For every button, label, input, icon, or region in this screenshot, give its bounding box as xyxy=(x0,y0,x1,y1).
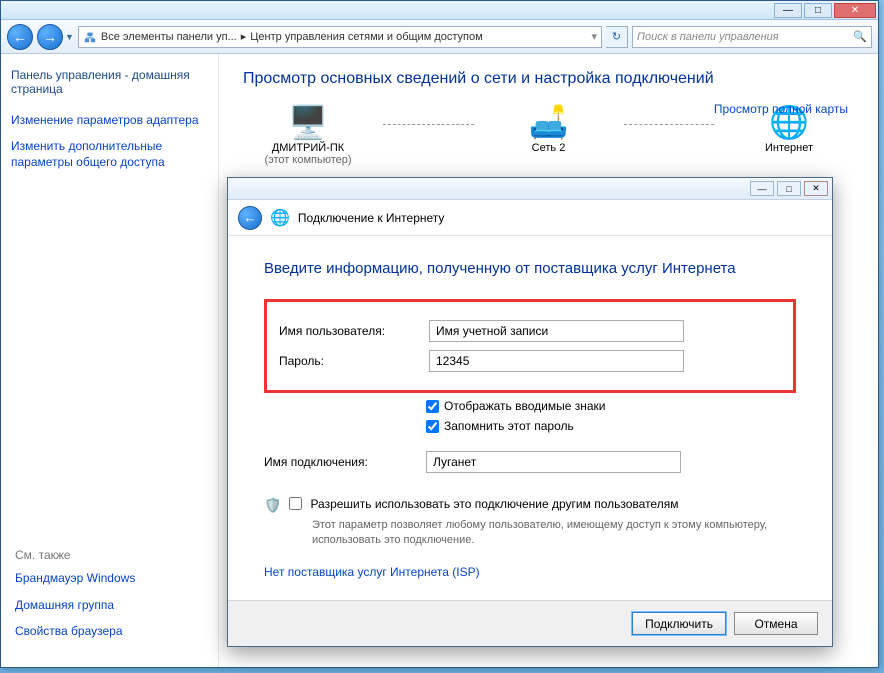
breadcrumb-chevron-icon: ▸ xyxy=(241,30,247,43)
dialog-heading: Введите информацию, полученную от постав… xyxy=(264,260,796,277)
see-also-homegroup[interactable]: Домашняя группа xyxy=(15,597,205,613)
password-input[interactable] xyxy=(429,350,684,372)
address-bar[interactable]: Все элементы панели уп... ▸ Центр управл… xyxy=(78,26,602,48)
see-also-browser-props[interactable]: Свойства браузера xyxy=(15,623,205,639)
search-input[interactable]: Поиск в панели управления 🔍 xyxy=(632,26,872,48)
sidebar-link-adapter-settings[interactable]: Изменение параметров адаптера xyxy=(11,112,208,128)
close-button[interactable]: ✕ xyxy=(834,3,876,18)
no-isp-link[interactable]: Нет поставщика услуг Интернета (ISP) xyxy=(264,565,480,579)
conn-name-label: Имя подключения: xyxy=(264,455,426,469)
allow-others-row: 🛡️ Разрешить использовать это подключени… xyxy=(264,497,796,514)
control-panel-home-link[interactable]: Панель управления - домашняя страница xyxy=(11,68,208,96)
view-full-map-link[interactable]: Просмотр полной карты xyxy=(714,102,848,116)
dialog-maximize-button[interactable]: □ xyxy=(777,181,801,196)
globe-icon: 🌐 xyxy=(270,208,290,228)
form-row-conn-name: Имя подключения: xyxy=(264,451,796,473)
bench-icon: 🛋️ xyxy=(484,102,614,142)
connect-to-internet-dialog: — □ ✕ ← 🌐 Подключение к Интернету Введит… xyxy=(227,177,833,647)
see-also-header: См. также xyxy=(15,548,205,562)
password-label: Пароль: xyxy=(279,354,429,368)
dialog-minimize-button[interactable]: — xyxy=(750,181,774,196)
shield-icon: 🛡️ xyxy=(264,497,281,514)
credentials-highlight: Имя пользователя: Пароль: xyxy=(264,299,796,393)
network-node-pc: 🖥️ ДМИТРИЙ-ПК (этот компьютер) xyxy=(243,102,373,166)
username-label: Имя пользователя: xyxy=(279,324,429,338)
dialog-title: Подключение к Интернету xyxy=(298,211,445,225)
search-icon: 🔍 xyxy=(853,30,867,43)
page-title: Просмотр основных сведений о сети и наст… xyxy=(243,70,854,88)
dialog-header: ← 🌐 Подключение к Интернету xyxy=(228,200,832,236)
network-icon xyxy=(83,30,97,44)
sidebar-link-sharing-settings[interactable]: Изменить дополнительные параметры общего… xyxy=(11,138,208,170)
maximize-button[interactable]: □ xyxy=(804,3,832,18)
node-label: Сеть 2 xyxy=(484,142,614,154)
breadcrumb-seg[interactable]: Все элементы панели уп... xyxy=(101,31,237,43)
minimize-button[interactable]: — xyxy=(774,3,802,18)
allow-others-checkbox[interactable] xyxy=(289,497,302,510)
computer-icon: 🖥️ xyxy=(243,102,373,142)
allow-others-desc: Этот параметр позволяет любому пользоват… xyxy=(312,518,796,549)
nav-back-button[interactable]: ← xyxy=(7,24,33,50)
dialog-footer: Подключить Отмена xyxy=(228,600,832,646)
navbar: ← → ▼ Все элементы панели уп... ▸ Центр … xyxy=(1,20,878,54)
dialog-body: Введите информацию, полученную от постав… xyxy=(228,236,832,591)
allow-others-label: Разрешить использовать это подключение д… xyxy=(310,497,678,511)
node-label: Интернет xyxy=(724,142,854,154)
sidebar: Панель управления - домашняя страница Из… xyxy=(1,54,219,667)
conn-name-input[interactable] xyxy=(426,451,681,473)
dialog-chrome: — □ ✕ xyxy=(228,178,832,200)
connect-button[interactable]: Подключить xyxy=(632,612,726,635)
dialog-back-button[interactable]: ← xyxy=(238,206,262,230)
search-placeholder: Поиск в панели управления xyxy=(637,31,779,43)
breadcrumb-dropdown-icon[interactable]: ▾ xyxy=(591,30,597,43)
window-chrome: — □ ✕ xyxy=(1,1,878,20)
show-chars-checkbox[interactable] xyxy=(426,400,439,413)
dialog-close-button[interactable]: ✕ xyxy=(804,181,828,196)
form-row-username: Имя пользователя: xyxy=(279,320,781,342)
show-chars-label: Отображать вводимые знаки xyxy=(444,399,605,413)
remember-label: Запомнить этот пароль xyxy=(444,419,574,433)
node-label: ДМИТРИЙ-ПК xyxy=(243,142,373,154)
sidebar-see-also: См. также Брандмауэр Windows Домашняя гр… xyxy=(15,548,205,649)
remember-checkbox[interactable] xyxy=(426,420,439,433)
username-input[interactable] xyxy=(429,320,684,342)
network-node-network: 🛋️ Сеть 2 xyxy=(484,102,614,154)
breadcrumb-seg[interactable]: Центр управления сетями и общим доступом xyxy=(250,31,482,43)
network-line xyxy=(624,124,715,125)
nav-history-dropdown[interactable]: ▼ xyxy=(65,32,74,42)
node-sublabel: (этот компьютер) xyxy=(243,154,373,166)
form-row-password: Пароль: xyxy=(279,350,781,372)
remember-row: Запомнить этот пароль xyxy=(426,419,796,433)
network-line xyxy=(383,124,474,125)
see-also-firewall[interactable]: Брандмауэр Windows xyxy=(15,570,205,586)
refresh-button[interactable]: ↻ xyxy=(606,26,628,48)
nav-forward-button[interactable]: → xyxy=(37,24,63,50)
show-chars-row: Отображать вводимые знаки xyxy=(426,399,796,413)
cancel-button[interactable]: Отмена xyxy=(734,612,818,635)
